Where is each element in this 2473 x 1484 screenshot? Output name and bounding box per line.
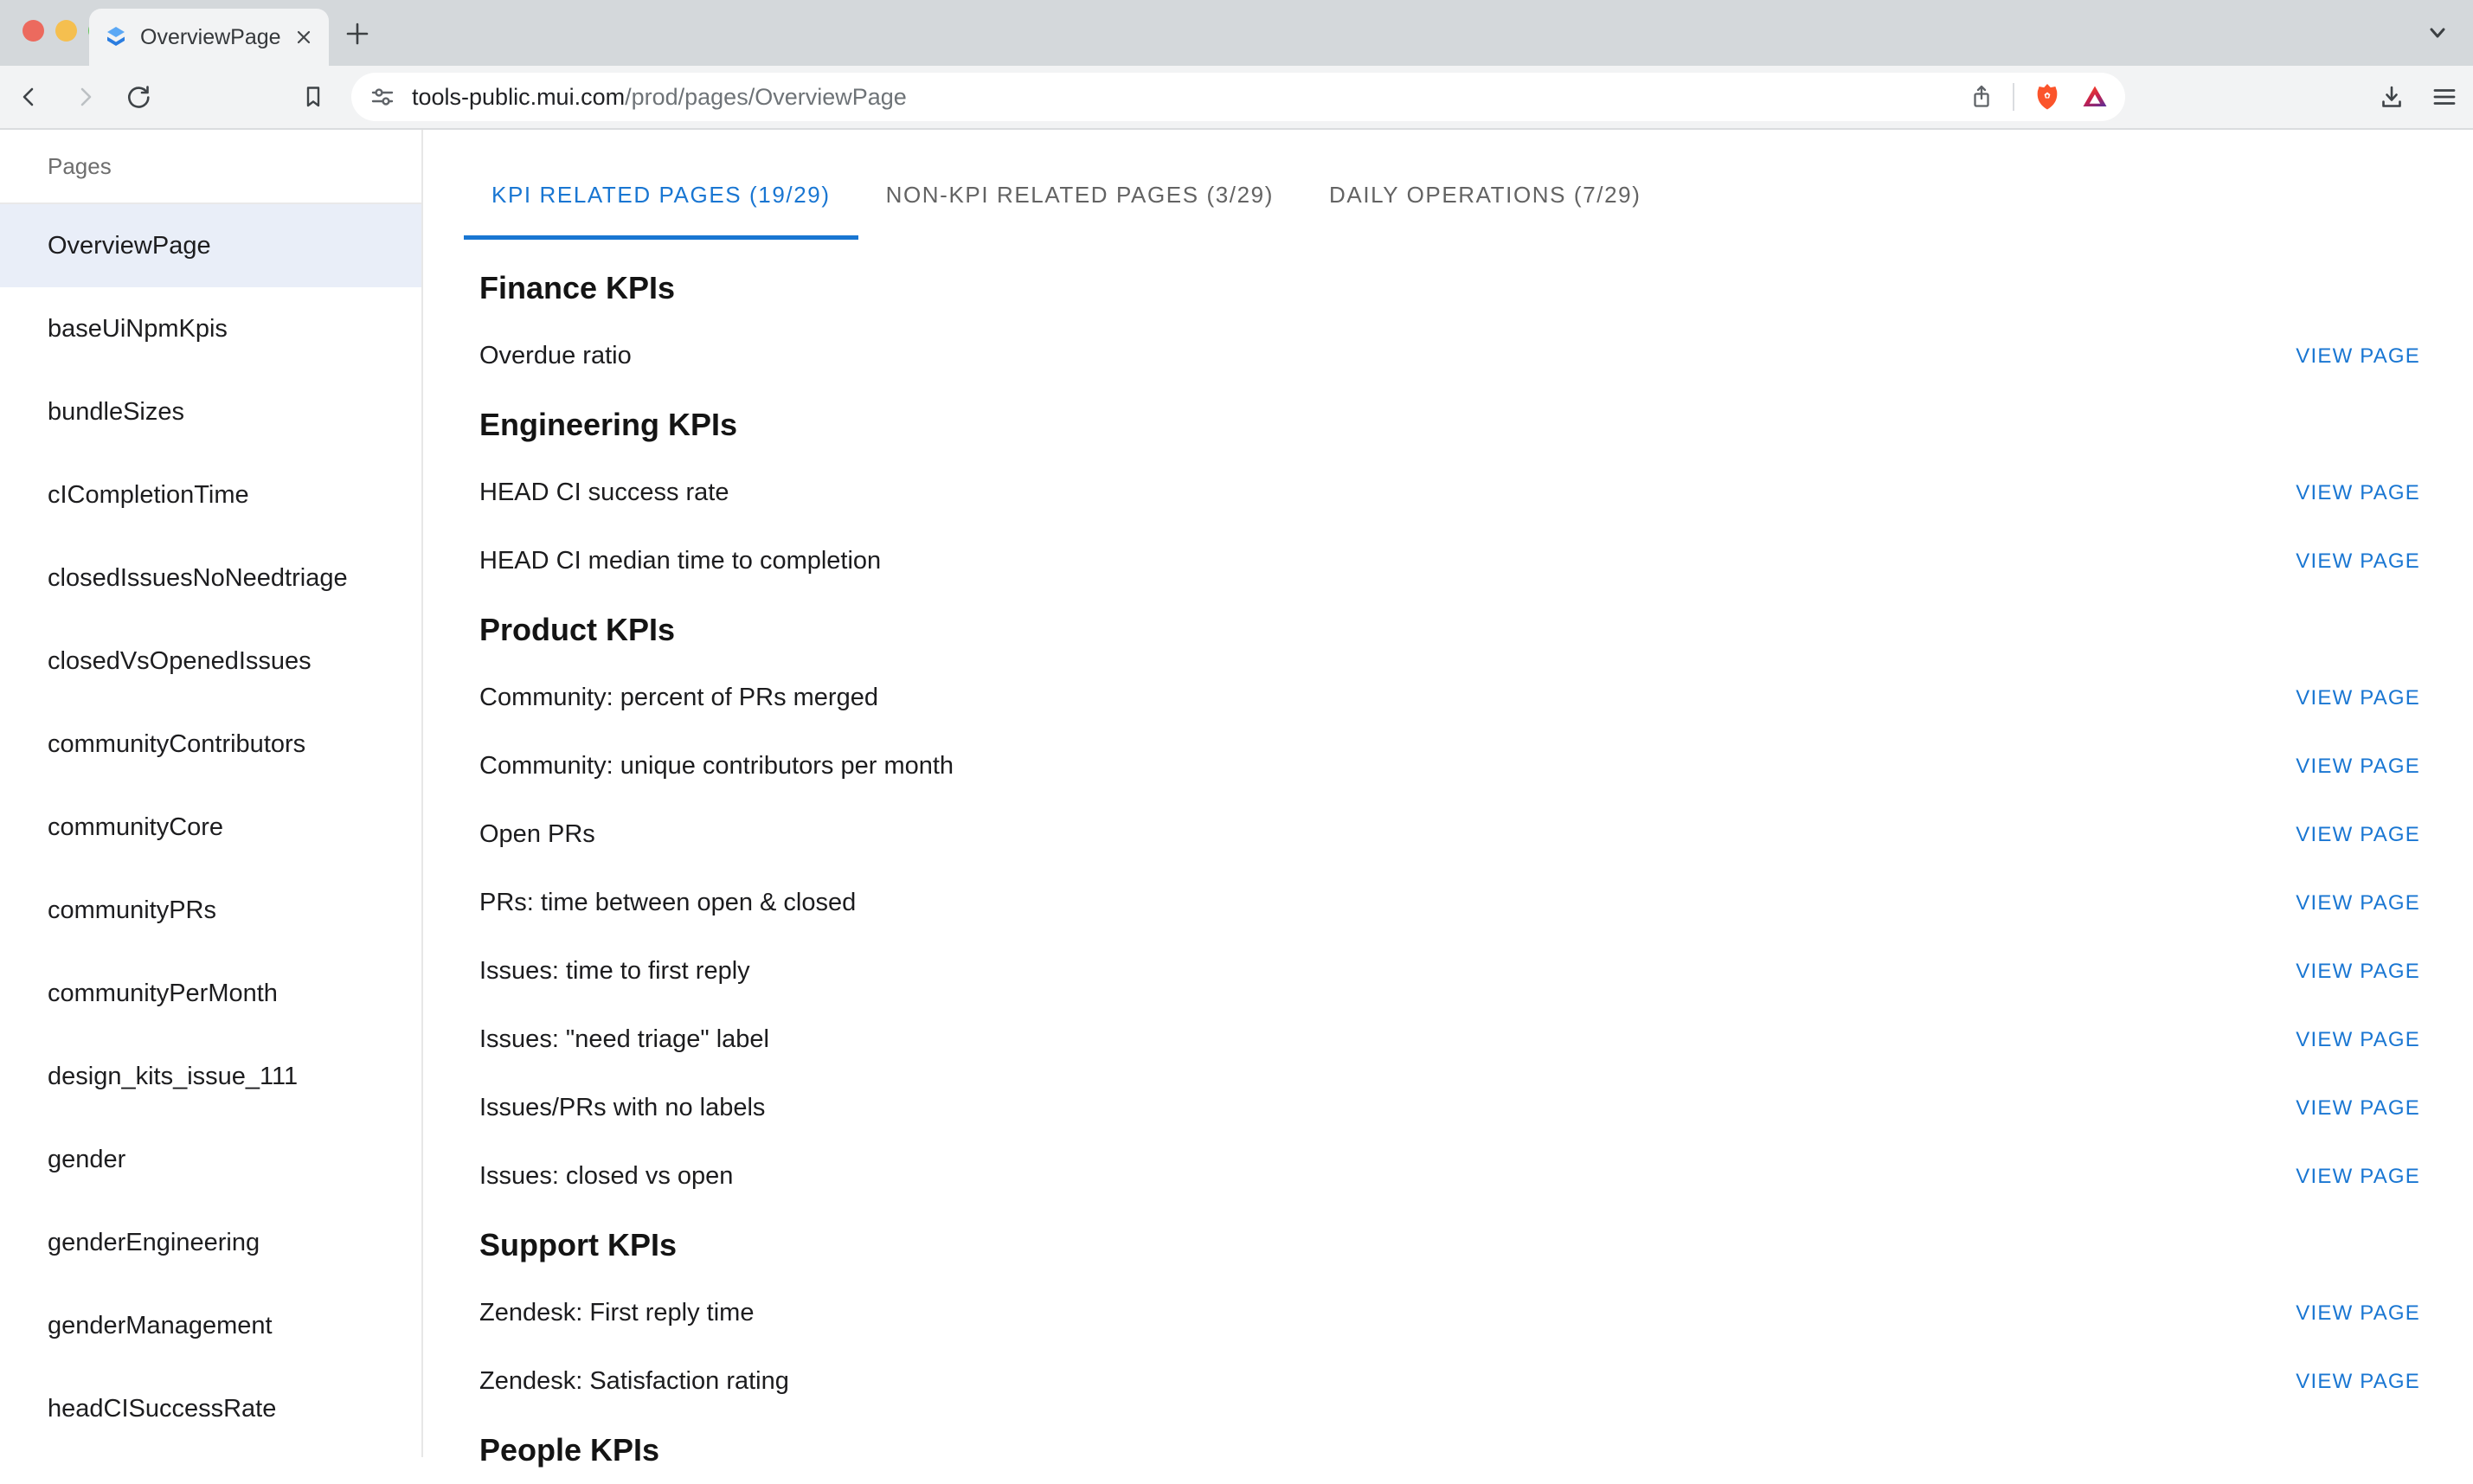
kpi-title: Issues: closed vs open xyxy=(479,1162,733,1191)
view-page-link[interactable]: VIEW PAGE xyxy=(2296,549,2420,574)
view-page-link[interactable]: VIEW PAGE xyxy=(2296,1096,2420,1121)
browser-toolbar: tools-public.mui.com/prod/pages/Overview… xyxy=(0,66,2473,130)
sidebar-item-bundlesizes[interactable]: bundleSizes xyxy=(0,370,421,453)
page-content: Pages OverviewPage baseUiNpmKpis bundleS… xyxy=(0,130,2473,1457)
menu-icon[interactable] xyxy=(2430,82,2459,112)
kpi-title: Issues/PRs with no labels xyxy=(479,1094,765,1122)
section-heading-engineering: Engineering KPIs xyxy=(464,390,2420,459)
view-page-link[interactable]: VIEW PAGE xyxy=(2296,1028,2420,1052)
kpi-title: Overdue ratio xyxy=(479,342,632,370)
bat-rewards-icon[interactable] xyxy=(2080,82,2110,112)
kpi-row: Zendesk: First reply time VIEW PAGE xyxy=(464,1279,2420,1347)
url-text[interactable]: tools-public.mui.com/prod/pages/Overview… xyxy=(412,84,1968,111)
browser-tab-strip: OverviewPage xyxy=(0,0,2473,66)
view-page-link[interactable]: VIEW PAGE xyxy=(2296,481,2420,505)
sidebar-item-cicompletiontime[interactable]: cICompletionTime xyxy=(0,453,421,536)
sidebar-item-genderengineering[interactable]: genderEngineering xyxy=(0,1201,421,1284)
kpi-title: Zendesk: First reply time xyxy=(479,1299,754,1327)
tab-daily-operations[interactable]: DAILY OPERATIONS (7/29) xyxy=(1301,130,1668,240)
kpi-title: HEAD CI median time to completion xyxy=(479,547,881,575)
sidebar-item-communitypermonth[interactable]: communityPerMonth xyxy=(0,952,421,1035)
forward-icon xyxy=(71,83,99,111)
kpi-row: Issues: closed vs open VIEW PAGE xyxy=(464,1142,2420,1211)
sidebar-item-gendermanagement[interactable]: genderManagement xyxy=(0,1284,421,1367)
kpi-title: Issues: "need triage" label xyxy=(479,1025,769,1054)
kpi-title: Open PRs xyxy=(479,820,595,849)
sidebar-item-gender[interactable]: gender xyxy=(0,1118,421,1201)
kpi-row: HEAD CI success rate VIEW PAGE xyxy=(464,459,2420,527)
window-minimize-button[interactable] xyxy=(55,20,77,42)
kpi-title: Zendesk: Satisfaction rating xyxy=(479,1367,789,1396)
tab-search-chevron-icon[interactable] xyxy=(2425,22,2451,43)
browser-tab[interactable]: OverviewPage xyxy=(89,9,329,66)
share-icon[interactable] xyxy=(1968,83,1995,111)
back-icon[interactable] xyxy=(16,83,43,111)
kpi-row: Overdue ratio VIEW PAGE xyxy=(464,322,2420,390)
kpi-title: PRs: time between open & closed xyxy=(479,889,856,917)
kpi-title: HEAD CI success rate xyxy=(479,479,729,507)
close-tab-icon[interactable] xyxy=(292,26,315,48)
site-settings-icon[interactable] xyxy=(369,83,396,111)
tab-title: OverviewPage xyxy=(140,25,292,50)
tab-non-kpi-related-pages[interactable]: NON-KPI RELATED PAGES (3/29) xyxy=(858,130,1301,240)
kpi-row: Issues: "need triage" label VIEW PAGE xyxy=(464,1005,2420,1074)
sidebar-item-baseuinpmkpis[interactable]: baseUiNpmKpis xyxy=(0,287,421,370)
view-page-link[interactable]: VIEW PAGE xyxy=(2296,960,2420,984)
sidebar-header: Pages xyxy=(0,130,421,202)
kpi-row: Community: percent of PRs merged VIEW PA… xyxy=(464,664,2420,732)
kpi-row: Issues/PRs with no labels VIEW PAGE xyxy=(464,1074,2420,1142)
view-page-link[interactable]: VIEW PAGE xyxy=(2296,823,2420,847)
brave-shield-icon[interactable] xyxy=(2032,81,2063,112)
view-page-link[interactable]: VIEW PAGE xyxy=(2296,755,2420,779)
bookmark-icon[interactable] xyxy=(299,83,327,111)
favicon-layers-icon xyxy=(103,24,129,50)
section-heading-product: Product KPIs xyxy=(464,595,2420,664)
kpi-row: Issues: time to first reply VIEW PAGE xyxy=(464,937,2420,1005)
kpi-row: Open PRs VIEW PAGE xyxy=(464,800,2420,869)
view-page-link[interactable]: VIEW PAGE xyxy=(2296,891,2420,915)
main-panel: KPI RELATED PAGES (19/29) NON-KPI RELATE… xyxy=(423,130,2473,1457)
reload-icon[interactable] xyxy=(125,83,152,111)
url-bar[interactable]: tools-public.mui.com/prod/pages/Overview… xyxy=(351,73,2125,121)
sidebar-list: OverviewPage baseUiNpmKpis bundleSizes c… xyxy=(0,204,421,1450)
url-path: /prod/pages/OverviewPage xyxy=(625,84,907,110)
section-heading-support: Support KPIs xyxy=(464,1211,2420,1279)
download-icon[interactable] xyxy=(2377,82,2406,112)
sidebar-item-communitycontributors[interactable]: communityContributors xyxy=(0,703,421,786)
view-page-link[interactable]: VIEW PAGE xyxy=(2296,686,2420,710)
sidebar-item-closedvsopenedissues[interactable]: closedVsOpenedIssues xyxy=(0,620,421,703)
view-page-link[interactable]: VIEW PAGE xyxy=(2296,1165,2420,1189)
url-host: tools-public.mui.com xyxy=(412,84,625,110)
view-page-link[interactable]: VIEW PAGE xyxy=(2296,1301,2420,1326)
kpi-row: Community: unique contributors per month… xyxy=(464,732,2420,800)
kpi-title: Community: percent of PRs merged xyxy=(479,684,878,712)
kpi-title: Community: unique contributors per month xyxy=(479,752,954,781)
view-page-link[interactable]: VIEW PAGE xyxy=(2296,344,2420,369)
kpi-row: HEAD CI median time to completion VIEW P… xyxy=(464,527,2420,595)
sidebar-item-communityprs[interactable]: communityPRs xyxy=(0,869,421,952)
sidebar-item-design-kits-issue-111[interactable]: design_kits_issue_111 xyxy=(0,1035,421,1118)
sidebar: Pages OverviewPage baseUiNpmKpis bundleS… xyxy=(0,130,423,1457)
sidebar-item-closedissuesnoneedtriage[interactable]: closedIssuesNoNeedtriage xyxy=(0,536,421,620)
kpi-row: Zendesk: Satisfaction rating VIEW PAGE xyxy=(464,1347,2420,1416)
tab-kpi-related-pages[interactable]: KPI RELATED PAGES (19/29) xyxy=(464,130,858,240)
view-page-link[interactable]: VIEW PAGE xyxy=(2296,1370,2420,1394)
sidebar-item-headcisuccessrate[interactable]: headCISuccessRate xyxy=(0,1367,421,1450)
kpi-row: PRs: time between open & closed VIEW PAG… xyxy=(464,869,2420,937)
content-tabs: KPI RELATED PAGES (19/29) NON-KPI RELATE… xyxy=(464,130,2420,240)
sidebar-item-overviewpage[interactable]: OverviewPage xyxy=(0,204,421,287)
kpi-title: Issues: time to first reply xyxy=(479,957,750,986)
kpi-list: Finance KPIs Overdue ratio VIEW PAGE Eng… xyxy=(464,254,2420,1484)
sidebar-item-communitycore[interactable]: communityCore xyxy=(0,786,421,869)
section-heading-people: People KPIs xyxy=(464,1416,2420,1484)
toolbar-divider xyxy=(2013,83,2014,111)
section-heading-finance: Finance KPIs xyxy=(464,254,2420,322)
new-tab-icon[interactable] xyxy=(343,19,372,48)
window-close-button[interactable] xyxy=(22,20,44,42)
